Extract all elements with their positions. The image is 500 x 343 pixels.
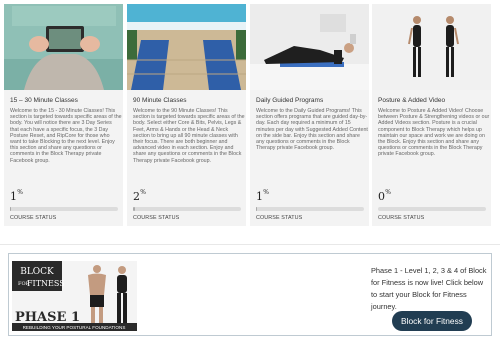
course-description: Welcome to Posture & Added Video! Choose…: [378, 108, 490, 158]
course-thumbnail-daily-guided[interactable]: [250, 4, 369, 90]
promo-block-for-fitness: BLOCK FOR FITNESS PHASE 1 REBUILDING YOU…: [8, 253, 492, 336]
progress-fill: [256, 207, 258, 211]
course-title[interactable]: Posture & Added Video: [378, 97, 488, 104]
course-thumbnail-15-30[interactable]: [4, 4, 123, 90]
course-cards: 15 – 30 Minute Classes Welcome to the 15…: [4, 4, 491, 226]
banner-subtitle: REBUILDING YOUR POSTURAL FOUNDATIONS: [23, 325, 126, 330]
banner-line1: BLOCK: [20, 267, 54, 277]
course-thumbnail-posture[interactable]: [372, 4, 491, 90]
course-card-15-30[interactable]: 15 – 30 Minute Classes Welcome to the 15…: [4, 4, 123, 226]
course-card-daily-guided[interactable]: Daily Guided Programs Welcome to the Dai…: [250, 4, 369, 226]
course-status-label: COURSE STATUS: [378, 215, 425, 221]
course-description: Welcome to the 90 Minute Classes! This s…: [133, 108, 245, 164]
section-divider: [0, 244, 500, 245]
course-thumbnail-90[interactable]: [127, 4, 246, 90]
banner-line2: FITNESS: [27, 279, 65, 288]
course-status-label: COURSE STATUS: [256, 215, 303, 221]
progress-fill: [133, 207, 136, 211]
course-description: Welcome to the Daily Guided Programs! Th…: [256, 108, 368, 152]
progress-fill: [10, 207, 12, 211]
block-for-fitness-button[interactable]: Block for Fitness: [392, 311, 472, 331]
course-progress-bar: [378, 207, 486, 211]
course-title[interactable]: 90 Minute Classes: [133, 97, 243, 104]
course-title[interactable]: 15 – 30 Minute Classes: [10, 97, 120, 104]
course-progress-bar: [256, 207, 364, 211]
course-progress-bar: [10, 207, 118, 211]
course-progress-percent: 1%: [10, 189, 24, 203]
course-description: Welcome to the 15 - 30 Minute Classes! T…: [10, 108, 122, 164]
course-status-label: COURSE STATUS: [10, 215, 57, 221]
course-progress-bar: [133, 207, 241, 211]
course-progress-percent: 0%: [378, 189, 392, 203]
block-for-fitness-banner[interactable]: BLOCK FOR FITNESS PHASE 1 REBUILDING YOU…: [12, 261, 137, 331]
banner-phase: PHASE 1: [15, 310, 80, 325]
course-card-90[interactable]: 90 Minute Classes Welcome to the 90 Minu…: [127, 4, 246, 226]
course-progress-percent: 1%: [256, 189, 270, 203]
promo-text: Phase 1 - Level 1, 2, 3 & 4 of Block for…: [371, 266, 487, 311]
course-title[interactable]: Daily Guided Programs: [256, 97, 366, 104]
course-progress-percent: 2%: [133, 189, 147, 203]
course-status-label: COURSE STATUS: [133, 215, 180, 221]
course-card-posture[interactable]: Posture & Added Video Welcome to Posture…: [372, 4, 491, 226]
